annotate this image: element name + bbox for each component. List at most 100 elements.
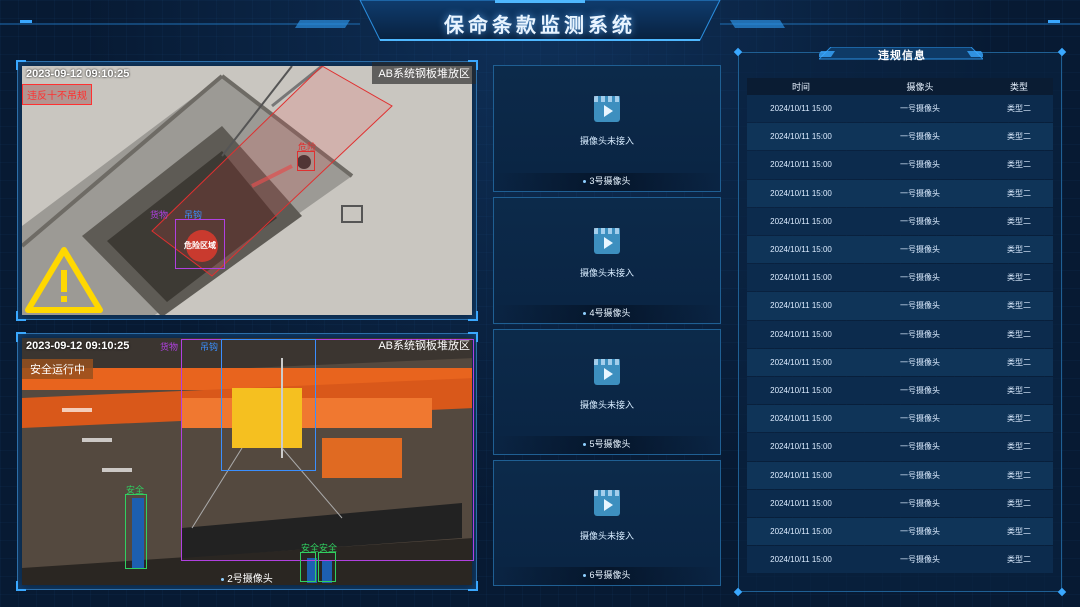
corner-decoration bbox=[1057, 47, 1067, 57]
cell-time: 2024/10/11 15:00 bbox=[770, 414, 832, 424]
camera-panel-3[interactable]: 摄像头未接入 3号摄像头 bbox=[493, 65, 721, 192]
cell-camera: 一号摄像头 bbox=[900, 470, 940, 480]
cell-camera: 一号摄像头 bbox=[900, 414, 940, 424]
timestamp: 2023-09-12 09:10:25 bbox=[26, 340, 130, 352]
cell-camera: 一号摄像头 bbox=[900, 555, 940, 565]
dot-icon bbox=[583, 180, 587, 184]
table-header: 时间 摄像头 类型 bbox=[747, 78, 1053, 95]
detection-label: 吊钩 bbox=[200, 342, 219, 352]
violations-title: 违规信息 bbox=[878, 50, 926, 62]
detection-box-hook bbox=[221, 339, 316, 471]
video-play-icon bbox=[594, 227, 620, 254]
video-play-icon bbox=[594, 359, 620, 386]
cell-camera: 一号摄像头 bbox=[900, 132, 940, 142]
column-header-type: 类型 bbox=[1009, 82, 1028, 92]
camera-panel-4[interactable]: 摄像头未接入 4号摄像头 bbox=[493, 197, 721, 324]
not-connected-message: 摄像头未接入 bbox=[579, 531, 634, 541]
cell-time: 2024/10/11 15:00 bbox=[770, 160, 832, 170]
not-connected-message: 摄像头未接入 bbox=[579, 400, 634, 410]
cell-camera: 一号摄像头 bbox=[900, 104, 940, 114]
camera-panel-5[interactable]: 摄像头未接入 5号摄像头 bbox=[493, 329, 721, 455]
cell-time: 2024/10/11 15:00 bbox=[770, 527, 832, 537]
corner-decoration bbox=[733, 47, 743, 57]
cell-camera: 一号摄像头 bbox=[900, 188, 940, 198]
detection-label: 安全 bbox=[301, 543, 320, 553]
warning-triangle-icon bbox=[25, 247, 103, 313]
header-bar: 保命条款监测系统 bbox=[0, 0, 1080, 44]
cell-type: 类型二 bbox=[1007, 273, 1031, 283]
cell-type: 类型二 bbox=[1007, 245, 1031, 255]
detection-label: 安全 bbox=[319, 543, 338, 553]
cell-time: 2024/10/11 15:00 bbox=[770, 104, 832, 114]
cell-time: 2024/10/11 15:00 bbox=[770, 442, 832, 452]
cell-time: 2024/10/11 15:00 bbox=[770, 245, 832, 255]
location-label: AB系统钢板堆放区 bbox=[378, 340, 470, 352]
corner-decoration bbox=[733, 587, 743, 597]
cell-time: 2024/10/11 15:00 bbox=[770, 555, 832, 565]
cell-time: 2024/10/11 15:00 bbox=[770, 132, 832, 142]
cell-time: 2024/10/11 15:00 bbox=[770, 386, 832, 396]
cell-type: 类型二 bbox=[1007, 357, 1031, 367]
status-badge-alarm: 违反十不吊规 bbox=[22, 84, 92, 105]
dot-icon bbox=[221, 577, 225, 581]
dot-icon bbox=[583, 443, 587, 447]
cell-time: 2024/10/11 15:00 bbox=[770, 188, 832, 198]
column-header-camera: 摄像头 bbox=[906, 82, 934, 92]
cell-time: 2024/10/11 15:00 bbox=[770, 329, 832, 339]
cell-type: 类型二 bbox=[1007, 216, 1031, 226]
table-row[interactable]: 2024/10/11 15:00 一号摄像头 类型二 bbox=[747, 151, 1053, 179]
detection-label: 货物 bbox=[150, 210, 169, 220]
table-row[interactable]: 2024/10/11 15:00 一号摄像头 类型二 bbox=[747, 405, 1053, 433]
table-row[interactable]: 2024/10/11 15:00 一号摄像头 类型二 bbox=[747, 518, 1053, 546]
table-row[interactable]: 2024/10/11 15:00 一号摄像头 类型二 bbox=[747, 377, 1053, 405]
detection-label: 货物 bbox=[160, 342, 179, 352]
danger-zone-label: 危险区域 bbox=[184, 241, 216, 250]
video-play-icon bbox=[594, 95, 620, 122]
column-header-time: 时间 bbox=[791, 82, 810, 92]
cell-type: 类型二 bbox=[1007, 104, 1031, 114]
corner-decoration bbox=[1057, 587, 1067, 597]
table-row[interactable]: 2024/10/11 15:00 一号摄像头 类型二 bbox=[747, 123, 1053, 151]
cell-type: 类型二 bbox=[1007, 498, 1031, 508]
cell-type: 类型二 bbox=[1007, 386, 1031, 396]
cell-camera: 一号摄像头 bbox=[900, 245, 940, 255]
table-row[interactable]: 2024/10/11 15:00 一号摄像头 类型二 bbox=[747, 292, 1053, 320]
cell-camera: 一号摄像头 bbox=[900, 160, 940, 170]
cell-time: 2024/10/11 15:00 bbox=[770, 216, 832, 226]
table-row[interactable]: 2024/10/11 15:00 一号摄像头 类型二 bbox=[747, 433, 1053, 461]
cell-time: 2024/10/11 15:00 bbox=[770, 273, 832, 283]
table-row[interactable]: 2024/10/11 15:00 一号摄像头 类型二 bbox=[747, 236, 1053, 264]
cell-camera: 一号摄像头 bbox=[900, 527, 940, 537]
table-row[interactable]: 2024/10/11 15:00 一号摄像头 类型二 bbox=[747, 179, 1053, 207]
table-row[interactable]: 2024/10/11 15:00 一号摄像头 类型二 bbox=[747, 320, 1053, 348]
cell-type: 类型二 bbox=[1007, 527, 1031, 537]
violations-panel: 违规信息 时间 摄像头 类型 2024/10/11 15:00 一号摄像头 类型二 2… bbox=[733, 47, 1067, 597]
detection-box-safe: 安全 bbox=[125, 485, 147, 569]
cell-camera: 一号摄像头 bbox=[900, 329, 940, 339]
detection-box-cargo: 货物 吊钩 危险区域 bbox=[150, 210, 225, 269]
detection-label: 危险 bbox=[298, 142, 317, 152]
dot-icon bbox=[583, 574, 587, 578]
camera-panel-6[interactable]: 摄像头未接入 6号摄像头 bbox=[493, 460, 721, 586]
table-row[interactable]: 2024/10/11 15:00 一号摄像头 类型二 bbox=[747, 264, 1053, 292]
cell-type: 类型二 bbox=[1007, 555, 1031, 565]
cell-type: 类型二 bbox=[1007, 329, 1031, 339]
status-badge-safe: 安全运行中 bbox=[22, 359, 93, 379]
dot-icon bbox=[583, 312, 587, 316]
table-row[interactable]: 2024/10/11 15:00 一号摄像头 类型二 bbox=[747, 461, 1053, 489]
cell-camera: 一号摄像头 bbox=[900, 301, 940, 311]
cell-camera: 一号摄像头 bbox=[900, 216, 940, 226]
table-row[interactable]: 2024/10/11 15:00 一号摄像头 类型二 bbox=[747, 489, 1053, 517]
cell-camera: 一号摄像头 bbox=[900, 498, 940, 508]
camera-panel-1[interactable]: 货物 吊钩 危险区域 危险 2023-09-12 09:10:25 AB系统钢板… bbox=[16, 60, 478, 321]
timestamp: 2023-09-12 09:10:25 bbox=[26, 68, 130, 80]
table-row[interactable]: 2024/10/11 15:00 一号摄像头 类型二 bbox=[747, 207, 1053, 235]
cell-type: 类型二 bbox=[1007, 160, 1031, 170]
cell-type: 类型二 bbox=[1007, 414, 1031, 424]
page-title: 保命条款监测系统 bbox=[444, 15, 636, 37]
table-row[interactable]: 2024/10/11 15:00 一号摄像头 类型二 bbox=[747, 546, 1053, 574]
camera-panel-2[interactable]: 货物 吊钩 安全 安全 安全 2023-09-12 09:10:25 AB系统钢… bbox=[16, 332, 478, 591]
table-row[interactable]: 2024/10/11 15:00 一号摄像头 类型二 bbox=[747, 348, 1053, 376]
not-connected-message: 摄像头未接入 bbox=[579, 268, 634, 278]
table-row[interactable]: 2024/10/11 15:00 一号摄像头 类型二 bbox=[747, 95, 1053, 123]
